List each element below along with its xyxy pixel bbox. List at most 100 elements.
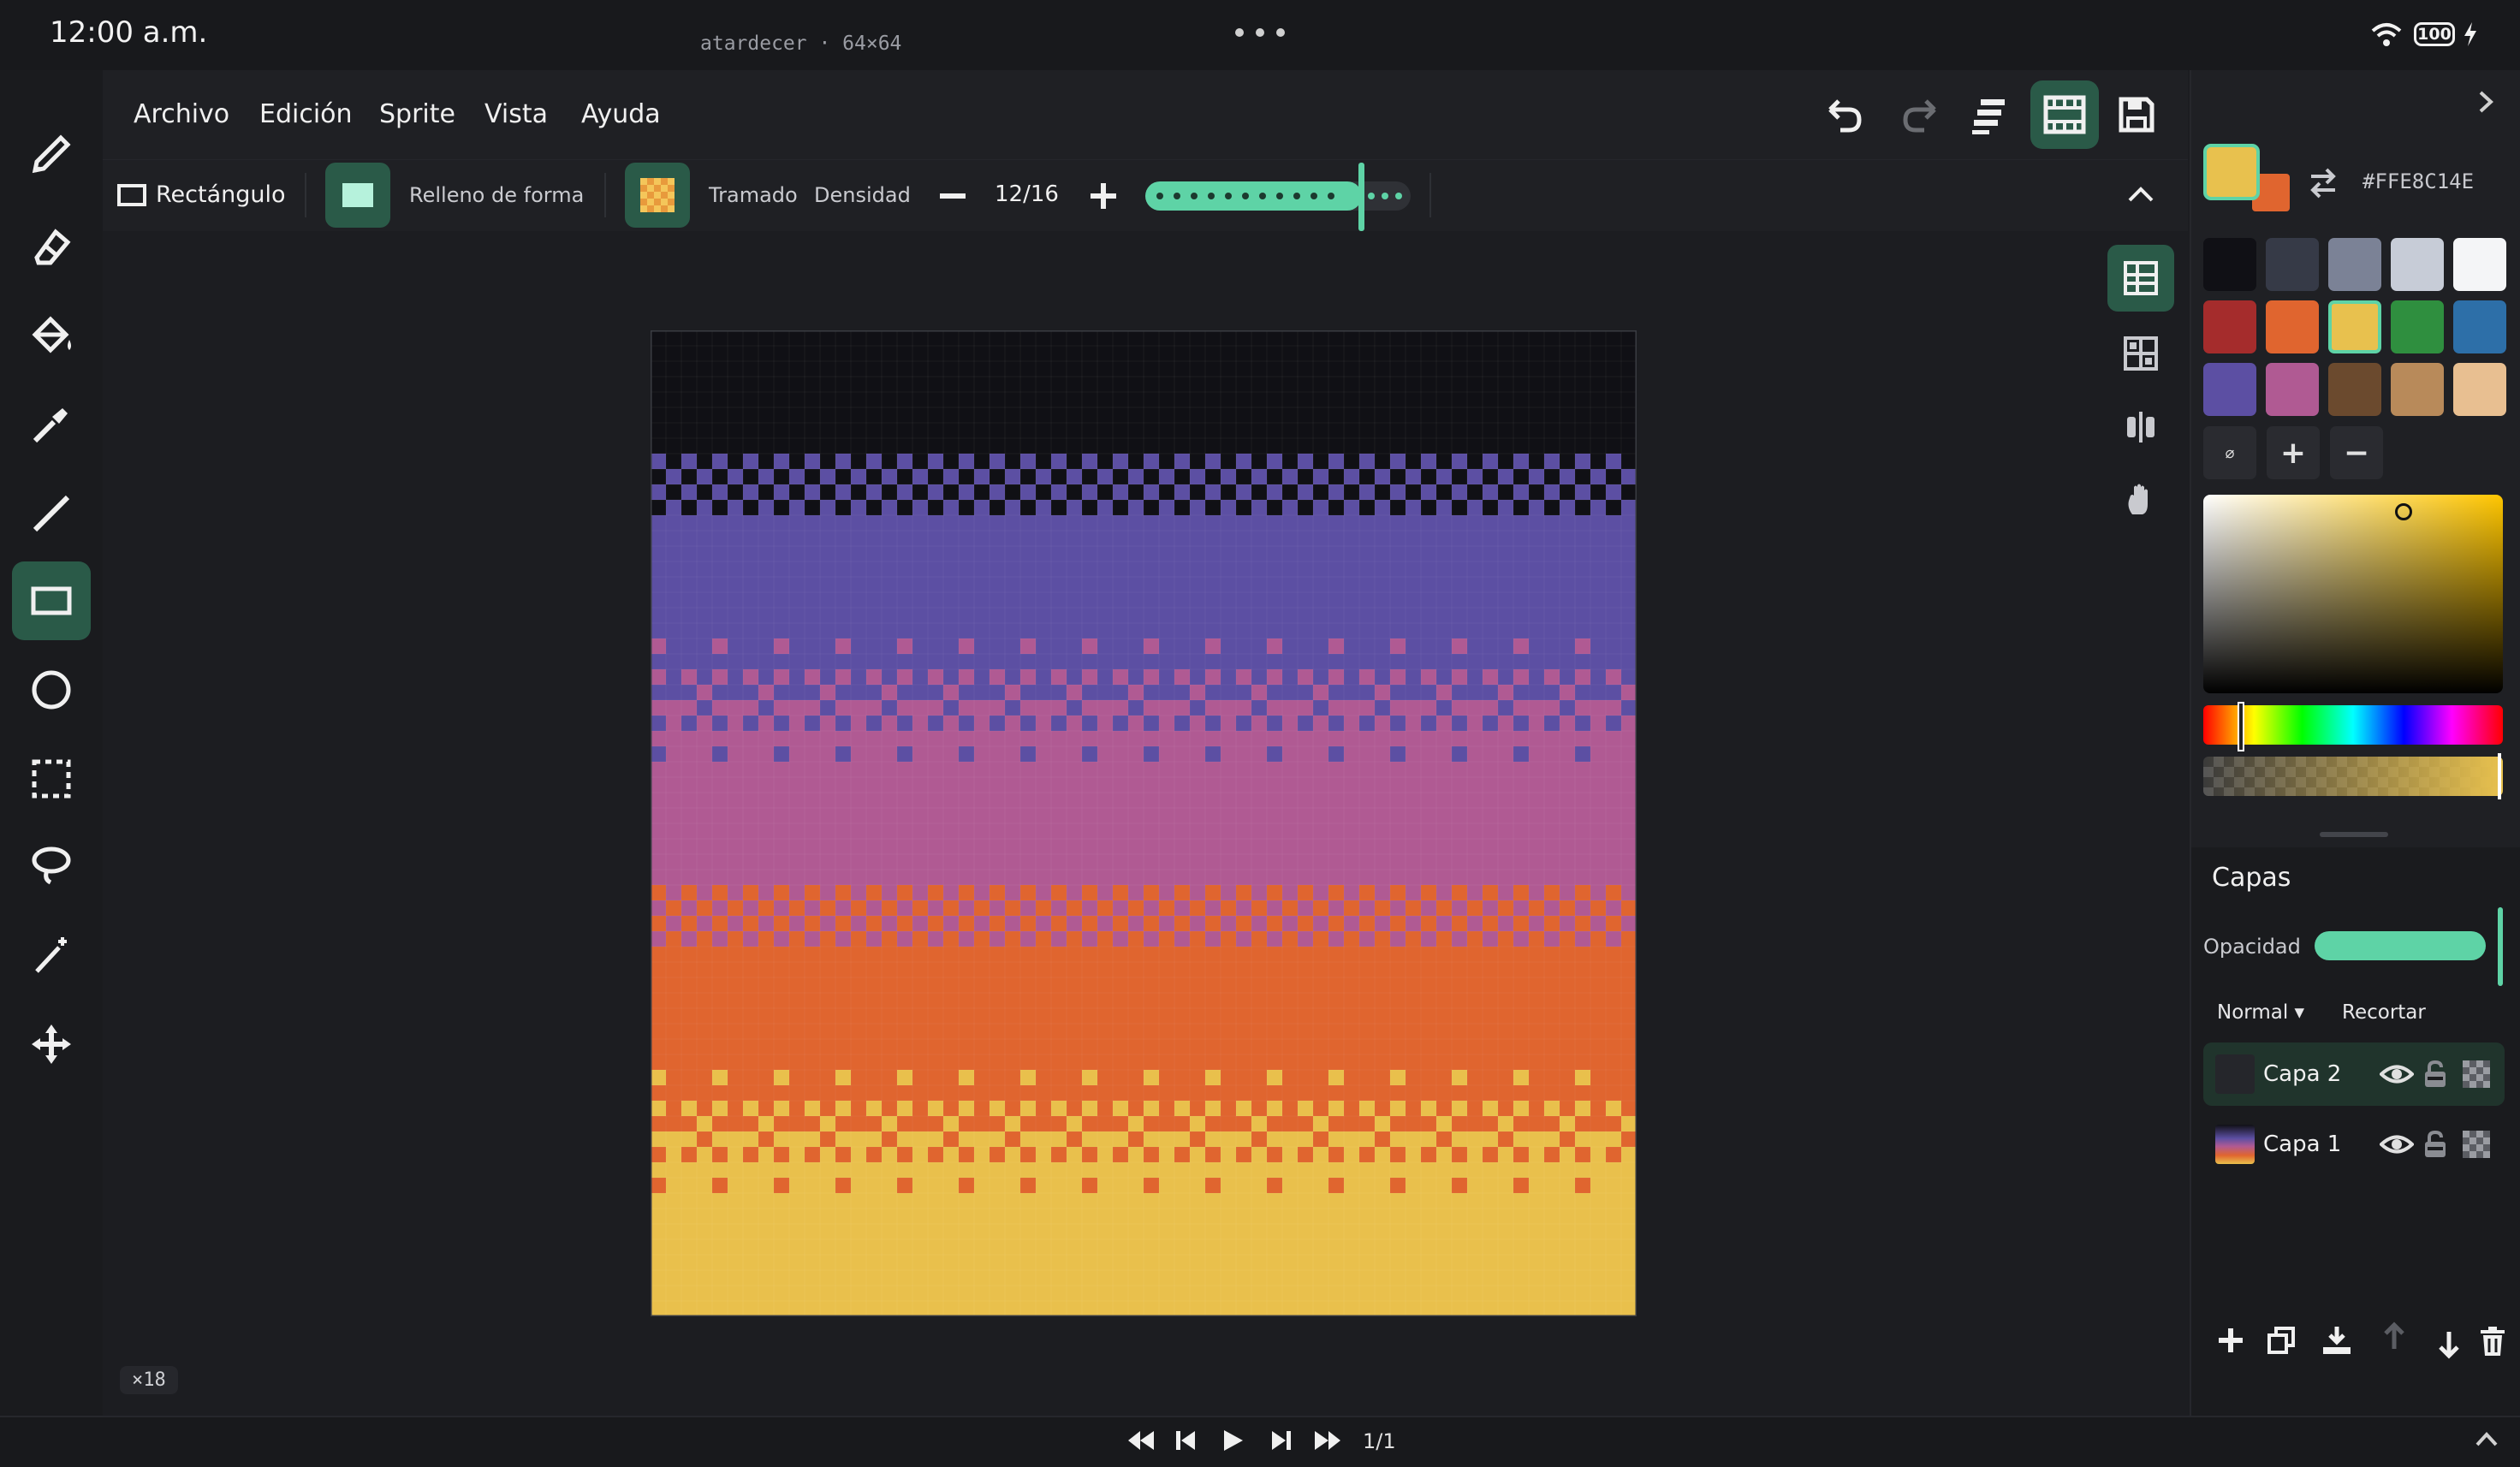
expand-timeline-icon[interactable] bbox=[2474, 1428, 2499, 1450]
alpha-lock-icon[interactable] bbox=[2462, 1060, 2491, 1089]
saturation-value-picker[interactable] bbox=[2203, 495, 2503, 693]
divider bbox=[604, 173, 606, 217]
tool-rectangle[interactable] bbox=[12, 561, 91, 640]
palette-swatch[interactable] bbox=[2391, 238, 2444, 291]
more-dots-icon[interactable] bbox=[1233, 24, 1287, 41]
density-increase-button[interactable] bbox=[1089, 181, 1118, 211]
primary-color-swatch[interactable] bbox=[2203, 144, 2260, 200]
duplicate-layer-button[interactable] bbox=[2267, 1325, 2296, 1356]
tool-line[interactable] bbox=[12, 474, 91, 553]
step-back-icon bbox=[1174, 1428, 1197, 1453]
skip-back-icon bbox=[1126, 1428, 1156, 1453]
sv-picker-handle[interactable] bbox=[2395, 503, 2412, 520]
tool-move[interactable] bbox=[12, 1005, 91, 1084]
layer-thumbnail bbox=[2215, 1125, 2255, 1164]
menu-archivo[interactable]: Archivo bbox=[134, 99, 229, 129]
palette-swatch[interactable] bbox=[2266, 238, 2319, 291]
step-forward-icon bbox=[1270, 1428, 1293, 1453]
lock-icon[interactable] bbox=[2422, 1060, 2448, 1089]
merge-down-button[interactable] bbox=[2321, 1325, 2352, 1356]
eye-icon[interactable] bbox=[2380, 1130, 2414, 1159]
palette-swatch[interactable] bbox=[2328, 300, 2381, 353]
play-button[interactable] bbox=[1221, 1428, 1245, 1453]
palette-swatch[interactable] bbox=[2453, 363, 2506, 416]
hue-slider[interactable] bbox=[2203, 705, 2503, 745]
tool-eraser[interactable] bbox=[12, 207, 91, 286]
tool-sidebar bbox=[0, 70, 103, 1416]
menu-ayuda[interactable]: Ayuda bbox=[581, 99, 661, 129]
collapse-options-icon[interactable] bbox=[2126, 181, 2155, 207]
palette-swatch[interactable] bbox=[2453, 300, 2506, 353]
layer-row-1[interactable]: Capa 1 bbox=[2203, 1113, 2505, 1176]
redo-icon bbox=[1900, 94, 1941, 135]
tool-lasso[interactable] bbox=[12, 827, 91, 906]
align-button[interactable] bbox=[1955, 80, 2024, 149]
tool-fill[interactable] bbox=[12, 296, 91, 375]
hue-slider-handle[interactable] bbox=[2238, 702, 2244, 751]
move-icon bbox=[28, 1021, 74, 1067]
pan-button[interactable] bbox=[2107, 466, 2174, 532]
palette-swatch[interactable] bbox=[2266, 363, 2319, 416]
next-frame-button[interactable] bbox=[1270, 1428, 1293, 1453]
sprite-canvas[interactable] bbox=[651, 330, 1637, 1316]
blend-mode-select[interactable]: Normal ▾ bbox=[2217, 1001, 2304, 1024]
menu-sprite[interactable]: Sprite bbox=[379, 99, 455, 129]
palette-add-button[interactable]: + bbox=[2267, 426, 2320, 479]
alpha-slider-handle[interactable] bbox=[2498, 753, 2501, 799]
redo-button[interactable] bbox=[1887, 80, 1955, 149]
density-slider[interactable] bbox=[1145, 181, 1411, 211]
menu-edicion[interactable]: Edición bbox=[259, 99, 353, 129]
hex-code[interactable]: #FFE8C14E bbox=[2362, 169, 2474, 193]
clip-toggle[interactable]: Recortar bbox=[2342, 1001, 2426, 1024]
collapse-panel-icon[interactable] bbox=[2474, 89, 2496, 115]
rectangle-icon bbox=[28, 578, 74, 624]
tool-pencil[interactable] bbox=[12, 115, 91, 193]
first-frame-button[interactable] bbox=[1126, 1428, 1156, 1453]
tool-ellipse[interactable] bbox=[12, 650, 91, 729]
palette-remove-button[interactable]: − bbox=[2330, 426, 2383, 479]
add-layer-button[interactable] bbox=[2217, 1325, 2244, 1356]
tool-magic-wand[interactable] bbox=[12, 916, 91, 995]
layer-opacity-slider[interactable] bbox=[2315, 931, 2486, 960]
previous-frame-button[interactable] bbox=[1174, 1428, 1197, 1453]
undo-button[interactable] bbox=[1810, 80, 1878, 149]
palette-swatch[interactable] bbox=[2328, 363, 2381, 416]
palette-swatch[interactable] bbox=[2391, 300, 2444, 353]
dither-toggle[interactable] bbox=[625, 163, 690, 228]
last-frame-button[interactable] bbox=[1313, 1428, 1342, 1453]
menu-vista[interactable]: Vista bbox=[484, 99, 548, 129]
palette-clear-button[interactable]: ⌀ bbox=[2203, 426, 2256, 479]
palette-swatch[interactable] bbox=[2203, 363, 2256, 416]
save-button[interactable] bbox=[2102, 80, 2171, 149]
density-label: Densidad bbox=[814, 183, 911, 207]
panel-resize-handle[interactable] bbox=[2320, 832, 2388, 837]
palette-swatch[interactable] bbox=[2203, 238, 2256, 291]
layer-row-2[interactable]: Capa 2 bbox=[2203, 1042, 2505, 1106]
palette-swatch[interactable] bbox=[2391, 363, 2444, 416]
save-icon bbox=[2116, 94, 2157, 135]
layer-thumbnail bbox=[2215, 1054, 2255, 1094]
alpha-lock-icon[interactable] bbox=[2462, 1130, 2491, 1159]
palette-swatch[interactable] bbox=[2453, 238, 2506, 291]
delete-layer-button[interactable] bbox=[2479, 1325, 2506, 1357]
palette-swatch[interactable] bbox=[2328, 238, 2381, 291]
symmetry-button[interactable] bbox=[2107, 394, 2174, 460]
tool-eyedropper[interactable] bbox=[12, 385, 91, 464]
density-decrease-button[interactable] bbox=[938, 181, 967, 211]
density-slider-handle[interactable] bbox=[1358, 163, 1364, 231]
palette-swatch[interactable] bbox=[2203, 300, 2256, 353]
layer-opacity-handle[interactable] bbox=[2498, 907, 2503, 986]
grid-toggle-button[interactable] bbox=[2107, 245, 2174, 312]
tool-marquee[interactable] bbox=[12, 739, 91, 818]
swap-colors-icon[interactable] bbox=[2306, 166, 2340, 200]
move-layer-up-button[interactable] bbox=[2381, 1321, 2407, 1352]
lock-icon[interactable] bbox=[2422, 1130, 2448, 1159]
move-layer-down-button[interactable] bbox=[2436, 1328, 2462, 1359]
pencil-icon bbox=[28, 131, 74, 177]
eye-icon[interactable] bbox=[2380, 1060, 2414, 1089]
palette-swatch[interactable] bbox=[2266, 300, 2319, 353]
timeline-button[interactable] bbox=[2030, 80, 2099, 149]
fill-shape-toggle[interactable] bbox=[325, 163, 390, 228]
tile-mode-button[interactable] bbox=[2107, 320, 2174, 387]
alpha-slider[interactable] bbox=[2203, 757, 2503, 796]
